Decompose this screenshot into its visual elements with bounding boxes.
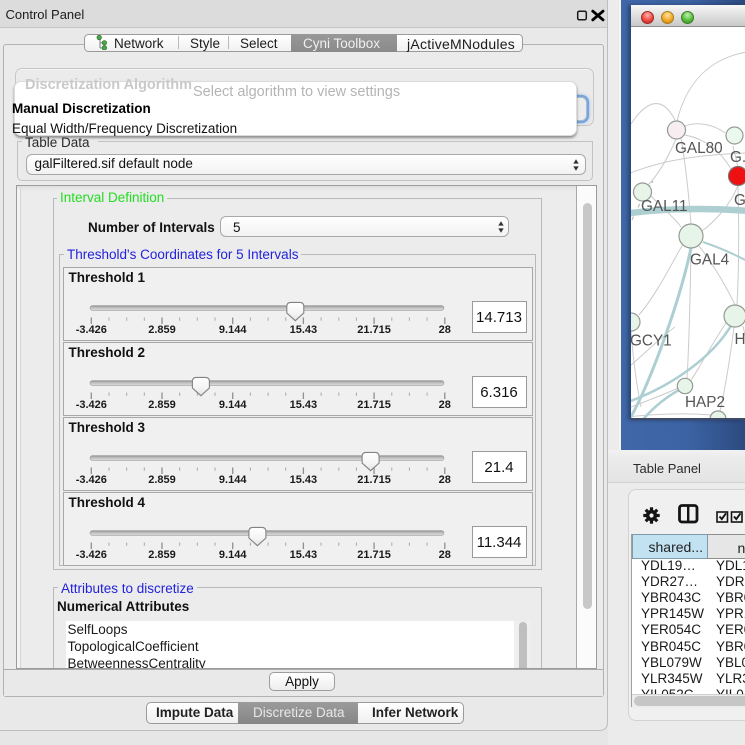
svg-text:G.: G.: [730, 149, 745, 166]
svg-text:GAL80: GAL80: [675, 140, 723, 157]
svg-text:H: H: [735, 331, 745, 348]
svg-text:G: G: [734, 192, 745, 209]
svg-text:GAL11: GAL11: [641, 198, 688, 215]
svg-text:GCY1: GCY1: [631, 333, 672, 350]
svg-text:GAL4: GAL4: [690, 252, 730, 269]
svg-text:HAP2: HAP2: [685, 394, 725, 411]
